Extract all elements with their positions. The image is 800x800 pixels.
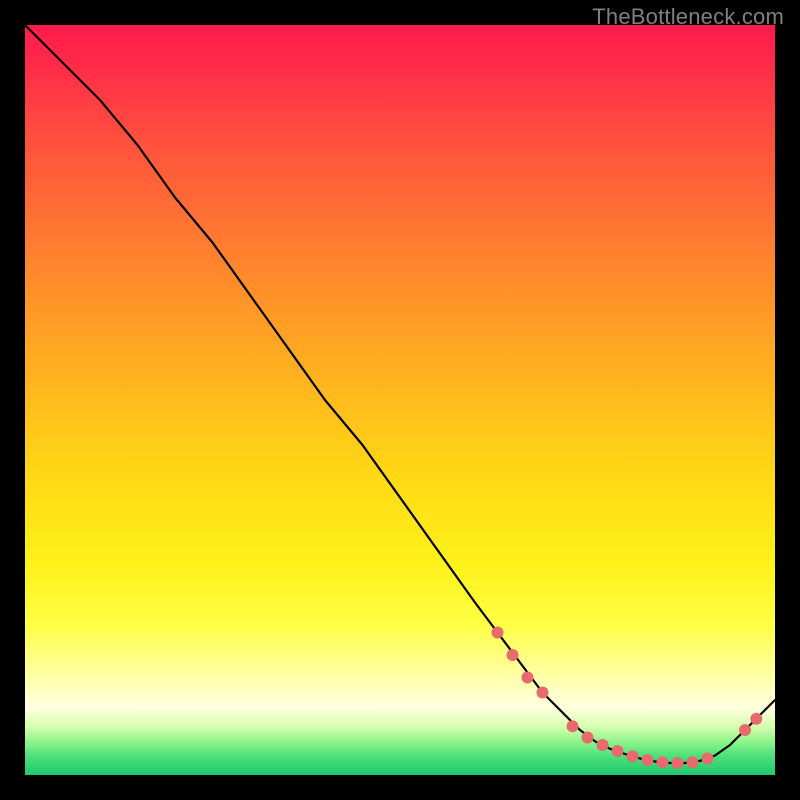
curve-marker: [522, 672, 534, 684]
curve-marker: [739, 724, 751, 736]
curve-marker: [657, 756, 669, 768]
curve-marker: [537, 687, 549, 699]
curve-marker: [492, 627, 504, 639]
curve-marker: [567, 720, 579, 732]
bottleneck-curve-chart: [25, 25, 775, 775]
curve-marker: [612, 745, 624, 757]
chart-area: [25, 25, 775, 775]
gradient-background: [25, 25, 775, 775]
curve-marker: [582, 732, 594, 744]
curve-marker: [687, 756, 699, 768]
curve-marker: [642, 754, 654, 766]
curve-marker: [627, 750, 639, 762]
curve-marker: [672, 757, 684, 769]
curve-marker: [750, 713, 762, 725]
curve-marker: [597, 739, 609, 751]
watermark-text: TheBottleneck.com: [592, 4, 784, 30]
curve-marker: [702, 753, 714, 765]
curve-marker: [507, 649, 519, 661]
